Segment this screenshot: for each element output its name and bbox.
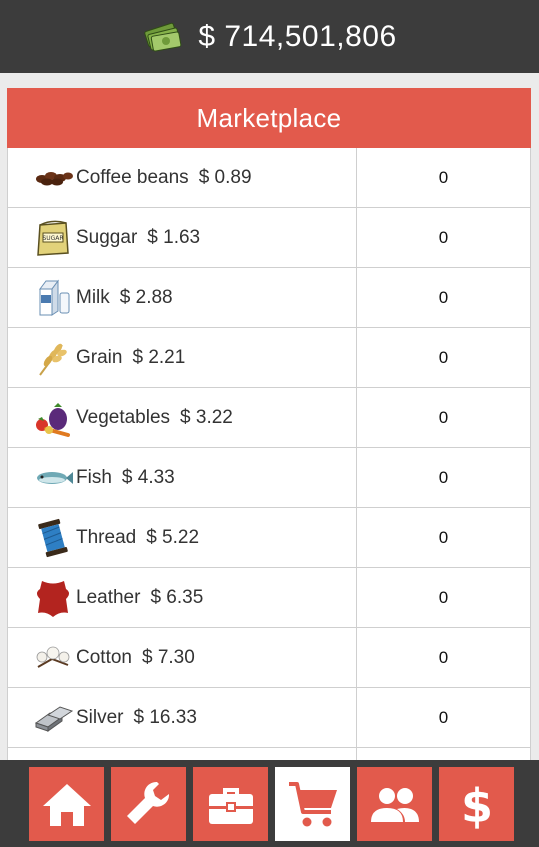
dollar-icon: $ (460, 779, 492, 832)
item-quantity[interactable]: 0 (357, 148, 530, 207)
cotton-icon (32, 637, 74, 679)
market-row-partial (8, 748, 530, 760)
market-row-leather[interactable]: Leather $ 6.35 0 (8, 568, 530, 628)
item-name: Vegetables (76, 406, 171, 428)
market-row-grain[interactable]: Grain $ 2.21 0 (8, 328, 530, 388)
item-name: Milk (76, 286, 110, 308)
marketplace-panel: Marketplace Coffee beans $ 0.89 0 SUGAR … (7, 88, 531, 760)
item-price: $ 7.30 (141, 646, 195, 668)
item-name: Coffee beans (76, 166, 189, 188)
item-cell: Silver $ 16.33 (8, 688, 357, 747)
item-cell: SUGAR Suggar $ 1.63 (8, 208, 357, 267)
market-row-suggar[interactable]: SUGAR Suggar $ 1.63 0 (8, 208, 530, 268)
market-row-fish[interactable]: Fish $ 4.33 0 (8, 448, 530, 508)
item-price: $ 6.35 (150, 586, 204, 608)
top-bar: $ 714,501,806 (0, 0, 539, 73)
bottom-nav: $ (0, 760, 539, 847)
people-icon (370, 788, 419, 822)
item-cell: Coffee beans $ 0.89 (8, 148, 357, 207)
item-quantity[interactable]: 0 (357, 688, 530, 747)
market-row-milk[interactable]: Milk $ 2.88 0 (8, 268, 530, 328)
market-row-thread[interactable]: Thread $ 5.22 0 (8, 508, 530, 568)
marketplace-title: Marketplace (7, 88, 531, 148)
cart-icon (288, 782, 337, 827)
wrench-icon (126, 781, 169, 824)
home-icon (42, 784, 91, 826)
item-cell: Thread $ 5.22 (8, 508, 357, 567)
balance-amount: $ 714,501,806 (198, 19, 397, 53)
item-name: Leather (76, 586, 141, 608)
item-name: Silver (76, 706, 124, 728)
item-quantity[interactable]: 0 (357, 208, 530, 267)
nav-market-button[interactable] (275, 767, 350, 841)
item-cell: Milk $ 2.88 (8, 268, 357, 327)
item-name: Cotton (76, 646, 132, 668)
nav-tools-button[interactable] (111, 767, 186, 841)
item-name: Thread (76, 526, 137, 548)
item-cell: Leather $ 6.35 (8, 568, 357, 627)
item-cell (8, 748, 357, 760)
item-price: $ 5.22 (146, 526, 200, 548)
money-stack-icon (142, 21, 184, 53)
item-price: $ 1.63 (147, 226, 201, 248)
item-price: $ 2.21 (132, 346, 186, 368)
leather-icon (32, 577, 74, 619)
thread-spool-icon (32, 517, 74, 559)
fish-icon (32, 457, 74, 499)
item-quantity[interactable]: 0 (357, 268, 530, 327)
item-quantity[interactable]: 0 (357, 508, 530, 567)
nav-home-button[interactable] (29, 767, 104, 841)
market-row-silver[interactable]: Silver $ 16.33 0 (8, 688, 530, 748)
nav-people-button[interactable] (357, 767, 432, 841)
item-quantity[interactable]: 0 (357, 568, 530, 627)
svg-text:SUGAR: SUGAR (42, 235, 63, 242)
item-name: Grain (76, 346, 123, 368)
item-cell: Fish $ 4.33 (8, 448, 357, 507)
milk-carton-icon (32, 277, 74, 319)
vegetables-icon (32, 397, 74, 439)
item-quantity[interactable]: 0 (357, 628, 530, 687)
item-price: $ 16.33 (133, 706, 197, 728)
grain-icon (32, 337, 74, 379)
nav-finance-button[interactable]: $ (439, 767, 514, 841)
item-price: $ 2.88 (119, 286, 173, 308)
item-price: $ 3.22 (180, 406, 233, 428)
nav-business-button[interactable] (193, 767, 268, 841)
market-row-coffee-beans[interactable]: Coffee beans $ 0.89 0 (8, 148, 530, 208)
coffee-beans-icon (32, 157, 74, 199)
item-quantity[interactable]: 0 (357, 388, 530, 447)
item-quantity (357, 748, 530, 760)
item-price: $ 0.89 (198, 166, 252, 188)
item-name: Suggar (76, 226, 138, 248)
market-row-vegetables[interactable]: Vegetables $ 3.22 0 (8, 388, 530, 448)
market-row-cotton[interactable]: Cotton $ 7.30 0 (8, 628, 530, 688)
item-cell: Grain $ 2.21 (8, 328, 357, 387)
svg-text:$: $ (460, 779, 492, 832)
silver-bars-icon (32, 697, 74, 739)
item-cell: Vegetables $ 3.22 (8, 388, 357, 447)
item-name: Fish (76, 466, 112, 488)
briefcase-icon (208, 788, 253, 824)
item-cell: Cotton $ 7.30 (8, 628, 357, 687)
item-quantity[interactable]: 0 (357, 448, 530, 507)
sugar-bag-icon: SUGAR (32, 217, 74, 259)
marketplace-list: Coffee beans $ 0.89 0 SUGAR Suggar $ 1.6… (7, 148, 531, 760)
item-price: $ 4.33 (121, 466, 175, 488)
item-quantity[interactable]: 0 (357, 328, 530, 387)
